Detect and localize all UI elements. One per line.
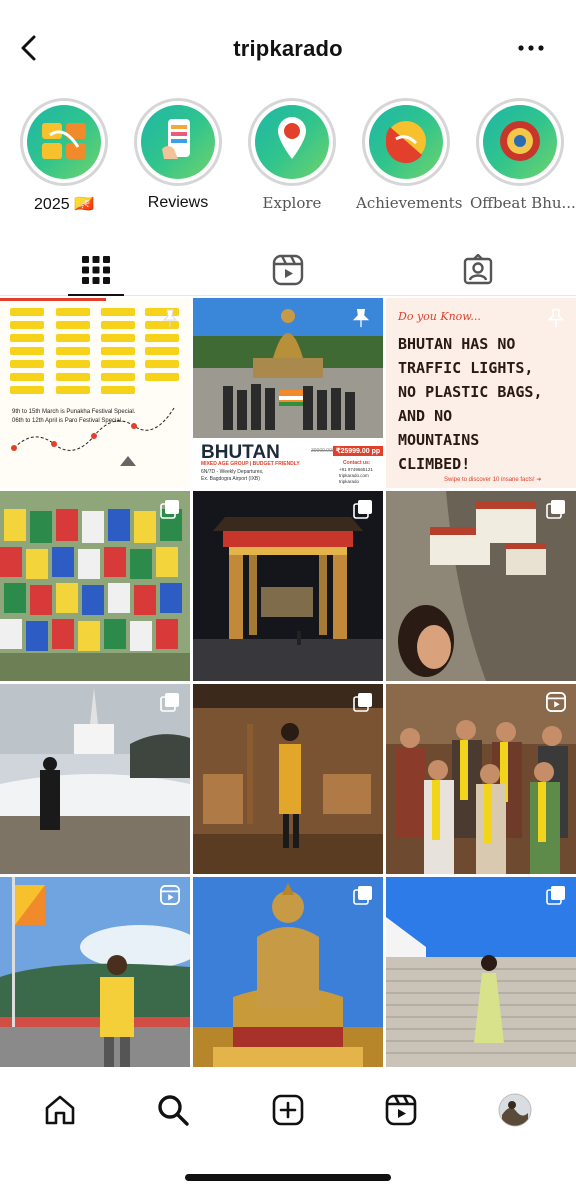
tigers-nest-photo — [386, 491, 576, 681]
nav-search[interactable] — [155, 1092, 191, 1128]
contact-phone: +91 9749665121 — [339, 467, 373, 472]
tagged-user-icon — [463, 254, 493, 285]
fact-text: BHUTAN HAS NO TRAFFIC LIGHTS, NO PLASTIC… — [398, 332, 543, 476]
post-snow-stupa[interactable] — [0, 684, 190, 874]
highlight-offbeat-bhutan[interactable]: Offbeat Bhu... — [470, 98, 576, 212]
profile-tabs — [0, 244, 576, 296]
highlight-reviews[interactable]: Reviews — [128, 98, 228, 212]
post-cafe[interactable] — [193, 684, 383, 874]
fact-kicker: Do you Know... — [398, 310, 481, 323]
plus-square-icon — [272, 1094, 304, 1126]
nav-home[interactable] — [42, 1092, 78, 1128]
avatar — [498, 1093, 532, 1127]
contact-title: Contact us: — [343, 460, 371, 466]
nav-reels[interactable] — [383, 1092, 419, 1128]
nav-create[interactable] — [270, 1092, 306, 1128]
reel-icon — [160, 885, 180, 905]
bhutan-flag-icon — [42, 123, 86, 159]
more-options-button[interactable] — [516, 36, 546, 60]
reels-icon — [385, 1094, 417, 1126]
grid-icon — [82, 256, 110, 284]
nav-profile[interactable] — [497, 1092, 533, 1128]
post-bhutan-package[interactable]: BHUTAN MIXED AGE GROUP | BUDGET FRIENDLY… — [193, 298, 383, 488]
mountain-view-photo — [0, 877, 190, 1067]
active-tab-indicator — [68, 294, 124, 296]
highlight-explore[interactable]: Explore — [242, 98, 342, 212]
post-tigers-nest[interactable] — [386, 491, 576, 681]
highlight-label: 2025 🇧🇹 — [34, 196, 94, 213]
reels-icon — [272, 254, 304, 286]
festival-note-1: 9th to 15th March is Punakha Festival Sp… — [12, 409, 136, 415]
fact-footer: Swipe to discover 10 insane facts! ➔ — [444, 477, 542, 483]
festival-note-2: 06th to 12th April is Paro Festival Spec… — [12, 418, 123, 424]
post-prayer-flags[interactable] — [0, 491, 190, 681]
highlight-achievements[interactable]: Achievements — [356, 98, 463, 212]
tab-posts-grid[interactable] — [76, 250, 116, 290]
posts-grid: 9th to 15th March is Punakha Festival Sp… — [0, 298, 576, 1074]
snow-stupa-photo — [0, 684, 190, 874]
story-highlights: 2025 🇧🇹 Reviews Explore Achievements Off… — [0, 98, 576, 228]
home-icon — [45, 1095, 75, 1125]
fact-line: AND NO — [398, 407, 453, 425]
tab-reels[interactable] — [268, 250, 308, 290]
contact-website: tripkarado.com — [339, 473, 369, 478]
post-group-khata[interactable] — [386, 684, 576, 874]
old-price: 39999.00/- — [311, 448, 335, 454]
bottom-navigation — [0, 1080, 576, 1142]
prayer-flags-photo — [0, 491, 190, 681]
pin-icon — [547, 308, 565, 328]
carousel-icon — [353, 886, 372, 905]
highlight-cover — [27, 105, 101, 179]
profile-header: tripkarado — [0, 0, 576, 96]
post-subline: 6N/7D - Weekly Departures, — [201, 469, 264, 475]
post-stairs-dress[interactable] — [386, 877, 576, 1067]
post-festival-dates[interactable]: 9th to 15th March is Punakha Festival Sp… — [0, 298, 190, 488]
search-icon — [158, 1095, 189, 1126]
post-subline: MIXED AGE GROUP | BUDGET FRIENDLY — [201, 461, 300, 467]
pin-icon — [352, 309, 370, 328]
tab-tagged[interactable] — [458, 250, 498, 290]
stairs-photo — [386, 877, 576, 1067]
home-indicator — [185, 1174, 391, 1181]
highlight-cover — [141, 105, 215, 179]
fact-line: TRAFFIC LIGHTS, — [398, 359, 534, 377]
post-mountain-view[interactable] — [0, 877, 190, 1067]
highlight-label: Explore — [262, 194, 322, 212]
carousel-icon — [160, 500, 179, 519]
fact-line: NO PLASTIC BAGS, — [398, 383, 543, 401]
gate-night-photo — [193, 491, 383, 681]
cafe-interior-photo — [193, 684, 383, 874]
bhutan-flag-icon — [385, 121, 426, 164]
map-pin-icon — [278, 117, 306, 159]
pin-icon — [162, 309, 178, 327]
group-photo — [386, 684, 576, 874]
carousel-icon — [546, 886, 565, 905]
highlight-label: Reviews — [147, 194, 209, 211]
fact-line: BHUTAN HAS NO — [398, 335, 516, 353]
highlight-2025[interactable]: 2025 🇧🇹 — [14, 98, 114, 214]
carousel-icon — [160, 693, 179, 712]
post-subline: Ex. Bagdogra Airport (IXB) — [201, 476, 260, 482]
more-dots-icon — [518, 45, 544, 51]
phone-review-icon — [162, 119, 190, 159]
emblem-icon — [500, 121, 540, 161]
highlight-label: Achievements — [356, 194, 463, 212]
post-bhutan-facts[interactable]: Do you Know... BHUTAN HAS NO TRAFFIC LIG… — [386, 298, 576, 488]
new-price: ₹25999.00 pp — [333, 446, 383, 456]
highlight-cover — [255, 105, 329, 179]
reel-icon — [546, 692, 566, 712]
carousel-icon — [353, 500, 372, 519]
highlight-cover — [369, 105, 443, 179]
post-city-gate[interactable] — [193, 491, 383, 681]
post-buddha-statue[interactable] — [193, 877, 383, 1067]
contact-handle: tripkarado — [339, 479, 360, 484]
fact-line: MOUNTAINS — [398, 431, 480, 449]
highlight-label: Offbeat Bhu... — [470, 194, 576, 212]
carousel-icon — [353, 693, 372, 712]
page-title: tripkarado — [233, 36, 343, 61]
buddha-statue-photo — [193, 877, 383, 1067]
highlight-cover — [483, 105, 557, 179]
carousel-icon — [546, 500, 565, 519]
fact-line: CLIMBED! — [398, 455, 471, 473]
